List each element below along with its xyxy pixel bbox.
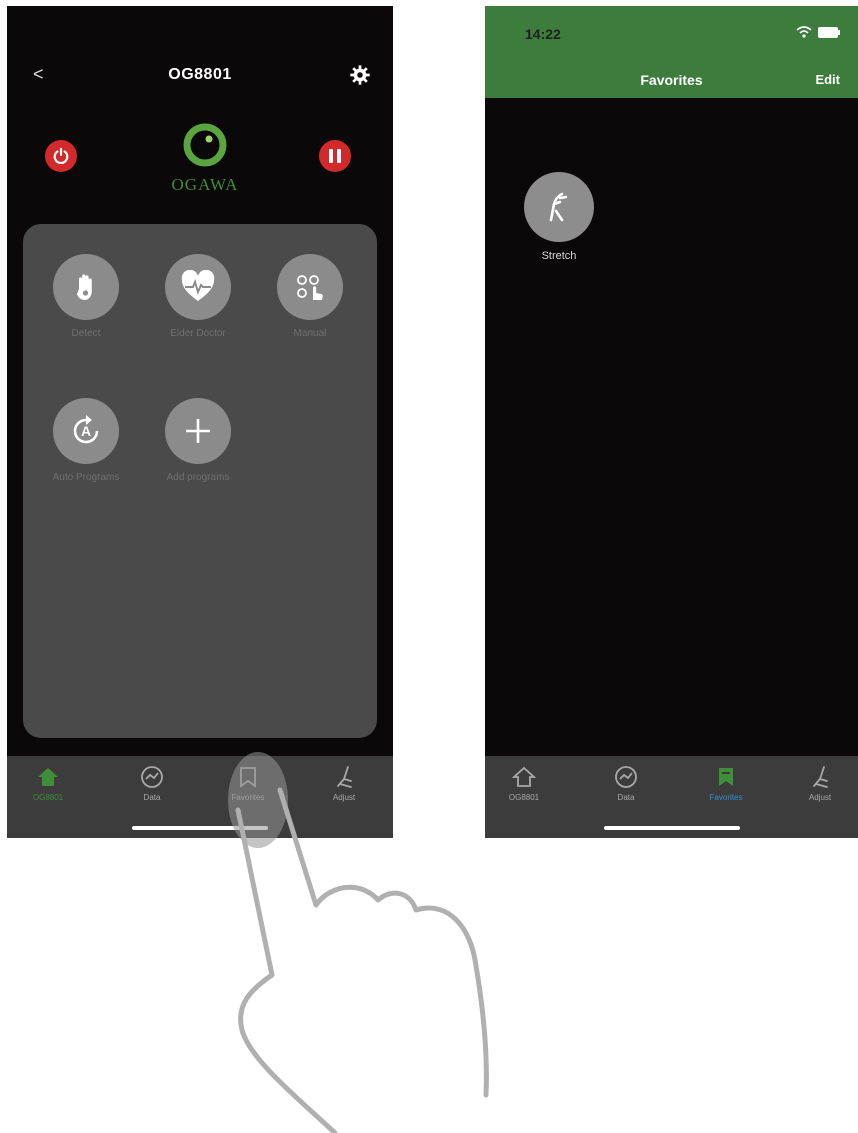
tab-favorites[interactable]: Favorites	[691, 764, 761, 802]
power-button[interactable]	[45, 140, 77, 172]
tab-label: Adjust	[332, 793, 356, 802]
function-label: Add programs	[166, 472, 230, 483]
tab-data[interactable]: Data	[591, 764, 661, 802]
function-label: Auto Programs	[52, 472, 120, 483]
battery-icon	[818, 27, 840, 38]
tab-label: Favorites	[709, 793, 743, 802]
tab-bar: OG8801 Data Favorites Adjust	[485, 756, 858, 838]
tab-adjust[interactable]: Adjust	[309, 764, 379, 802]
status-time: 14:22	[525, 26, 561, 42]
device-title: OG8801	[168, 66, 232, 83]
tab-label: Adjust	[808, 793, 832, 802]
heart-pulse-icon	[181, 270, 215, 301]
home-indicator	[603, 826, 740, 830]
auto-a-icon: A	[73, 415, 99, 444]
tab-data[interactable]: Data	[117, 764, 187, 802]
power-icon	[53, 147, 69, 165]
device-home-screen: < OG8801 OGAWA Detect Elder Doctor Manua…	[7, 6, 393, 838]
chair-icon	[337, 766, 352, 788]
home-icon	[511, 766, 537, 787]
pause-icon	[329, 149, 341, 163]
favorites-header: 14:22 Favorites Edit	[485, 6, 858, 98]
manual-touch-icon	[297, 275, 323, 300]
function-detect[interactable]: Detect	[41, 254, 131, 340]
hand-icon	[77, 274, 92, 300]
plus-icon	[186, 419, 210, 443]
function-elder-doctor[interactable]: Elder Doctor	[153, 254, 243, 340]
tab-bar: OG8801 Data Favorites Adjust	[7, 756, 393, 838]
tab-label: Data	[143, 793, 161, 802]
logo-text: OGAWA	[171, 175, 239, 194]
function-add-programs[interactable]: Add programs	[153, 398, 243, 484]
tab-label: OG8801	[32, 793, 64, 802]
svg-text:A: A	[81, 423, 91, 439]
tab-og8801[interactable]: OG8801	[489, 764, 559, 802]
bookmark-icon	[240, 767, 256, 788]
favorite-stretch[interactable]: Stretch	[519, 172, 599, 262]
ogawa-logo: OGAWA	[155, 120, 255, 200]
tab-label: OG8801	[508, 793, 540, 802]
edit-button[interactable]: Edit	[815, 72, 840, 87]
function-auto-programs[interactable]: A Auto Programs	[41, 398, 131, 484]
function-label: Manual	[293, 328, 327, 339]
stretch-icon	[549, 192, 568, 222]
bookmark-icon	[719, 768, 733, 786]
tab-adjust[interactable]: Adjust	[785, 764, 855, 802]
chair-icon	[813, 766, 828, 788]
tab-og8801[interactable]: OG8801	[13, 764, 83, 802]
chart-circle-icon	[141, 766, 163, 788]
home-icon	[38, 768, 58, 786]
wifi-icon	[796, 26, 812, 38]
function-panel: Detect Elder Doctor Manual A Auto Progra…	[23, 224, 377, 738]
chart-circle-icon	[615, 766, 637, 788]
logo-icon	[183, 123, 227, 167]
home-indicator	[132, 826, 268, 830]
function-label: Detect	[71, 328, 101, 339]
pause-button[interactable]	[319, 140, 351, 172]
favorite-label: Stretch	[541, 250, 577, 262]
tab-label: Data	[617, 793, 635, 802]
tab-favorites[interactable]: Favorites	[213, 764, 283, 802]
page-title: Favorites	[640, 72, 703, 88]
favorites-screen: 14:22 Favorites Edit Stretch OG8801 Data…	[485, 6, 858, 838]
tab-label: Favorites	[231, 793, 265, 802]
gear-icon[interactable]	[349, 64, 371, 86]
function-manual[interactable]: Manual	[265, 254, 355, 340]
function-label: Elder Doctor	[170, 328, 226, 339]
